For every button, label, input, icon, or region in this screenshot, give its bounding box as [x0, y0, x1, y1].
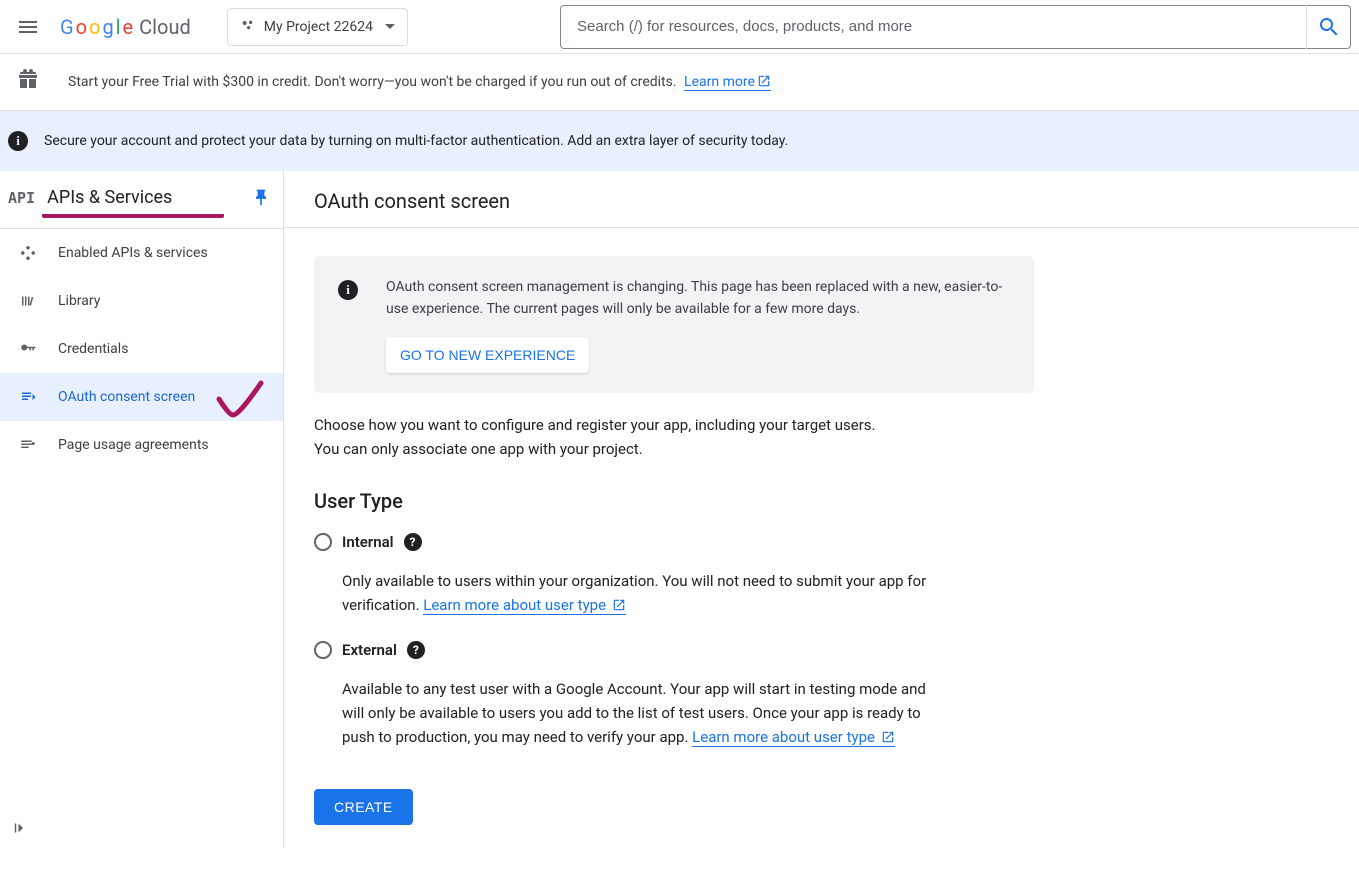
notice-box: i OAuth consent screen management is cha… — [314, 256, 1034, 393]
create-button[interactable]: CREATE — [314, 789, 413, 825]
mfa-text: Secure your account and protect your dat… — [44, 133, 788, 149]
internal-learn-more-link[interactable]: Learn more about user type — [423, 596, 626, 615]
info-icon: i — [8, 131, 28, 151]
external-description: Available to any test user with a Google… — [284, 663, 964, 769]
project-selector[interactable]: My Project 22624 — [227, 8, 408, 46]
consent-icon — [18, 387, 38, 407]
sidebar-item-page-usage[interactable]: Page usage agreements — [0, 421, 283, 469]
mfa-banner: i Secure your account and protect your d… — [0, 111, 1359, 171]
google-cloud-logo[interactable]: Google Cloud — [60, 15, 191, 39]
page-title: OAuth consent screen — [284, 171, 1359, 228]
radio-external[interactable]: External ? — [284, 637, 1359, 663]
sidebar-item-credentials[interactable]: Credentials — [0, 325, 283, 373]
help-icon[interactable]: ? — [404, 533, 422, 551]
radio-internal[interactable]: Internal ? — [284, 529, 1359, 555]
sidebar-item-enabled-apis[interactable]: Enabled APIs & services — [0, 229, 283, 277]
collapse-sidebar-button[interactable] — [4, 812, 36, 844]
radio-label-internal: Internal — [342, 533, 394, 551]
hamburger-menu-icon[interactable] — [8, 7, 48, 47]
key-icon — [18, 339, 38, 359]
sidebar-title: APIs & Services — [47, 187, 172, 208]
sidebar-item-label: Library — [58, 293, 100, 309]
info-icon: i — [338, 280, 358, 300]
help-icon[interactable]: ? — [407, 641, 425, 659]
project-name: My Project 22624 — [264, 19, 373, 35]
sidebar: API APIs & Services Enabled APIs & servi… — [0, 171, 284, 848]
sidebar-item-label: Page usage agreements — [58, 437, 209, 453]
diamond-icon — [18, 243, 38, 263]
go-to-new-experience-button[interactable]: GO TO NEW EXPERIENCE — [386, 337, 589, 373]
annotation-checkmark — [215, 379, 265, 423]
sidebar-header: API APIs & Services — [0, 171, 283, 216]
sidebar-item-library[interactable]: Library — [0, 277, 283, 325]
chevron-down-icon — [385, 24, 395, 29]
library-icon — [18, 291, 38, 311]
main-content: OAuth consent screen i OAuth consent scr… — [284, 171, 1359, 848]
sidebar-item-label: Enabled APIs & services — [58, 245, 208, 261]
project-dots-icon — [240, 17, 256, 37]
sidebar-item-label: Credentials — [58, 341, 128, 357]
top-bar: Google Cloud My Project 22624 — [0, 0, 1359, 54]
api-badge: API — [8, 189, 35, 207]
external-learn-more-link[interactable]: Learn more about user type — [692, 728, 895, 747]
trial-banner: Start your Free Trial with $300 in credi… — [0, 54, 1359, 111]
search-input[interactable] — [561, 18, 1306, 35]
annotation-underline — [42, 212, 224, 218]
radio-button-icon[interactable] — [314, 533, 332, 551]
user-type-heading: User Type — [284, 461, 1359, 529]
radio-label-external: External — [342, 641, 397, 659]
notice-text: OAuth consent screen management is chang… — [386, 276, 1010, 321]
sidebar-item-label: OAuth consent screen — [58, 389, 195, 405]
pin-icon[interactable] — [251, 188, 271, 208]
gift-icon — [16, 68, 40, 96]
trial-learn-more-link[interactable]: Learn more — [684, 74, 771, 91]
sidebar-item-oauth-consent[interactable]: OAuth consent screen — [0, 373, 283, 421]
page-usage-icon — [18, 435, 38, 455]
search-bar — [560, 5, 1351, 49]
radio-button-icon[interactable] — [314, 641, 332, 659]
internal-description: Only available to users within your orga… — [284, 555, 964, 637]
search-button[interactable] — [1306, 5, 1350, 49]
page-description: Choose how you want to configure and reg… — [284, 393, 924, 461]
trial-text: Start your Free Trial with $300 in credi… — [68, 74, 677, 90]
